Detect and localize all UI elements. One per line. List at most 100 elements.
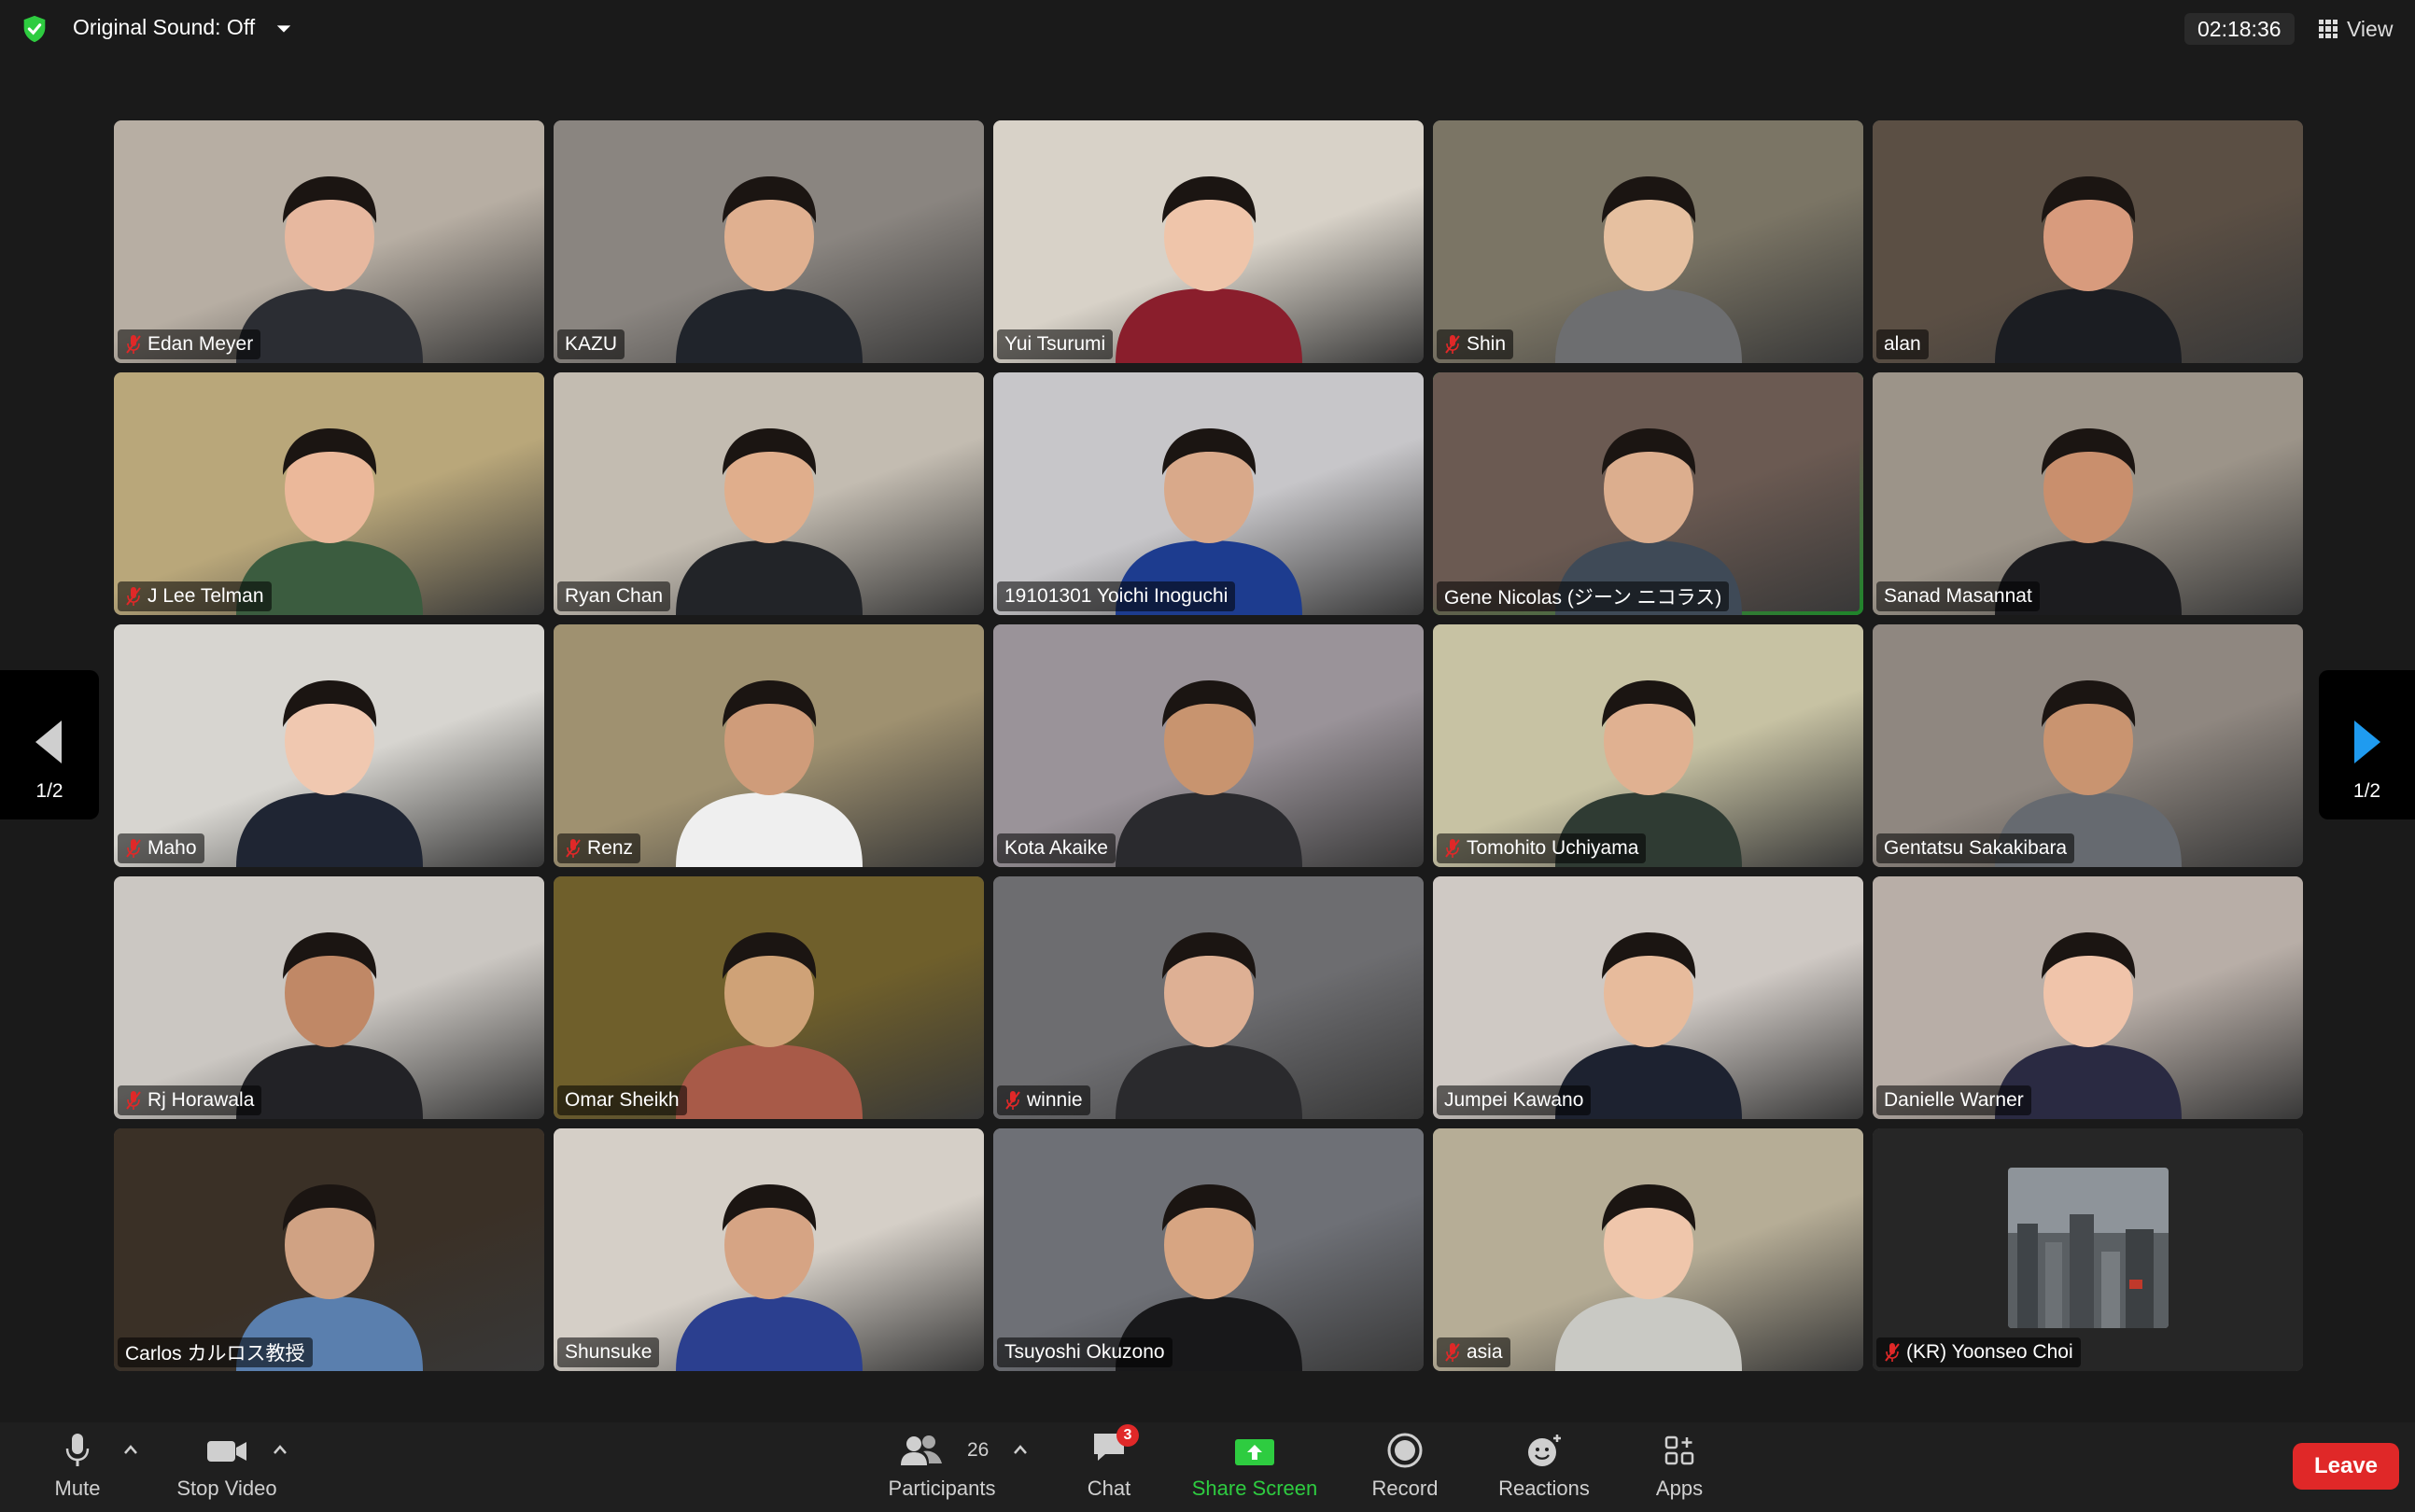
muted-microphone-icon (1445, 1343, 1460, 1362)
participant-name-tag: (KR) Yoonseo Choi (1876, 1337, 2081, 1367)
chat-label: Chat (1087, 1477, 1131, 1500)
meeting-top-bar: Original Sound: Off 02:18:36 View (0, 0, 2415, 58)
participant-name: Ryan Chan (565, 585, 664, 607)
muted-microphone-icon (1445, 335, 1460, 354)
participant-video-tile[interactable]: Ryan Chan (554, 372, 984, 615)
participant-name: Danielle Warner (1884, 1089, 2024, 1111)
reactions-button[interactable]: Reactions (1486, 1422, 1602, 1512)
microphone-icon (65, 1434, 90, 1466)
previous-page-button[interactable]: 1/2 (0, 670, 99, 819)
muted-microphone-icon (1445, 839, 1460, 858)
next-page-button[interactable]: 1/2 (2319, 670, 2415, 819)
participant-video-tile[interactable]: 19101301 Yoichi Inoguchi (993, 372, 1424, 615)
participant-name-tag: asia (1437, 1337, 1510, 1367)
participant-video-tile[interactable]: Shunsuke (554, 1128, 984, 1371)
participant-video-feed (675, 680, 863, 867)
participant-video-tile[interactable]: Renz (554, 624, 984, 867)
original-sound-toggle[interactable]: Original Sound: Off (73, 15, 255, 40)
participant-name: asia (1467, 1341, 1503, 1363)
participant-name: Sanad Masannat (1884, 585, 2032, 607)
participant-video-tile[interactable]: Kota Akaike (993, 624, 1424, 867)
record-icon (1387, 1433, 1423, 1468)
participant-name: Rj Horawala (147, 1089, 255, 1111)
participant-name: Kota Akaike (1004, 837, 1108, 859)
participant-video-tile[interactable]: alan (1873, 120, 2303, 363)
participant-name-tag: Shunsuke (557, 1337, 660, 1367)
participant-name-tag: Jumpei Kawano (1437, 1085, 1592, 1115)
participants-button[interactable]: Participants (881, 1422, 1003, 1512)
meeting-toolbar: Mute Stop Video Participants 26 3 Chat S… (0, 1422, 2415, 1512)
participant-video-feed (675, 176, 863, 363)
security-shield-icon[interactable] (19, 13, 50, 45)
participant-name: Shunsuke (565, 1341, 653, 1363)
participant-video-tile[interactable]: Maho (114, 624, 544, 867)
participant-name-tag: Danielle Warner (1876, 1085, 2031, 1115)
stop-video-button[interactable]: Stop Video (168, 1422, 286, 1512)
page-indicator: 1/2 (2352, 780, 2381, 802)
participant-video-feed (675, 932, 863, 1119)
participant-name: (KR) Yoonseo Choi (1906, 1341, 2073, 1363)
meeting-timer: 02:18:36 (2184, 13, 2295, 45)
participant-name: 19101301 Yoichi Inoguchi (1004, 585, 1229, 607)
apps-button[interactable]: Apps (1645, 1422, 1714, 1512)
participant-video-tile[interactable]: Tomohito Uchiyama (1433, 624, 1863, 867)
apps-icon (1664, 1435, 1694, 1465)
participant-name: Shin (1467, 333, 1507, 355)
participant-video-feed (1994, 176, 2182, 363)
participant-name: KAZU (565, 333, 618, 355)
participant-video-tile[interactable]: KAZU (554, 120, 984, 363)
participant-name-tag: Sanad Masannat (1876, 581, 2040, 611)
chat-button[interactable]: 3 Chat (1072, 1422, 1146, 1512)
participant-name-tag: Tomohito Uchiyama (1437, 833, 1647, 863)
record-button[interactable]: Record (1363, 1422, 1447, 1512)
participant-name-tag: Yui Tsurumi (997, 329, 1114, 359)
participant-video-tile[interactable]: Yui Tsurumi (993, 120, 1424, 363)
share-screen-icon (1235, 1439, 1274, 1465)
participant-video-tile[interactable]: Shin (1433, 120, 1863, 363)
participant-video-tile[interactable]: asia (1433, 1128, 1863, 1371)
participant-name-tag: Omar Sheikh (557, 1085, 687, 1115)
apps-label: Apps (1655, 1477, 1704, 1500)
participant-video-tile[interactable]: (KR) Yoonseo Choi (1873, 1128, 2303, 1371)
participant-video-tile[interactable]: Carlos カルロス教授 (114, 1128, 544, 1371)
participant-video-tile[interactable]: Edan Meyer (114, 120, 544, 363)
participant-name: winnie (1027, 1089, 1083, 1111)
participant-video-tile[interactable]: Omar Sheikh (554, 876, 984, 1119)
smiley-plus-icon (1528, 1435, 1561, 1466)
participant-name: Renz (587, 837, 634, 859)
chevron-up-icon[interactable] (123, 1443, 138, 1456)
muted-microphone-icon (126, 587, 141, 606)
participant-video-tile[interactable]: Gentatsu Sakakibara (1873, 624, 2303, 867)
chevron-up-icon[interactable] (1013, 1443, 1028, 1456)
participant-video-tile[interactable]: Gene Nicolas (ジーン ニコラス) (1433, 372, 1863, 615)
participant-name-tag: Renz (557, 833, 641, 863)
arrow-right-icon (2354, 721, 2380, 763)
participant-name-tag: Ryan Chan (557, 581, 671, 611)
participant-video-feed (1115, 680, 1302, 867)
participant-name-tag: J Lee Telman (118, 581, 272, 611)
participant-name: alan (1884, 333, 1921, 355)
leave-button[interactable]: Leave (2293, 1443, 2399, 1490)
participant-name: Edan Meyer (147, 333, 254, 355)
view-button[interactable]: View (2319, 15, 2393, 43)
participant-name-tag: Shin (1437, 329, 1514, 359)
grid-view-icon (2319, 20, 2338, 38)
participant-name: Tsuyoshi Okuzono (1004, 1341, 1165, 1363)
participant-video-tile[interactable]: winnie (993, 876, 1424, 1119)
profile-picture (2007, 1168, 2169, 1328)
mute-button[interactable]: Mute (41, 1422, 114, 1512)
participant-name-tag: Maho (118, 833, 204, 863)
participant-video-tile[interactable]: J Lee Telman (114, 372, 544, 615)
chevron-up-icon[interactable] (273, 1443, 288, 1456)
participant-video-tile[interactable]: Jumpei Kawano (1433, 876, 1863, 1119)
participant-video-tile[interactable]: Danielle Warner (1873, 876, 2303, 1119)
participant-video-tile[interactable]: Rj Horawala (114, 876, 544, 1119)
participant-video-tile[interactable]: Tsuyoshi Okuzono (993, 1128, 1424, 1371)
participant-video-feed (675, 1184, 863, 1371)
share-screen-button[interactable]: Share Screen (1184, 1422, 1326, 1512)
muted-microphone-icon (1885, 1343, 1900, 1362)
participant-name: Carlos カルロス教授 (125, 1343, 305, 1365)
participant-name: J Lee Telman (147, 585, 264, 607)
chevron-down-icon[interactable] (275, 21, 292, 37)
participant-video-tile[interactable]: Sanad Masannat (1873, 372, 2303, 615)
